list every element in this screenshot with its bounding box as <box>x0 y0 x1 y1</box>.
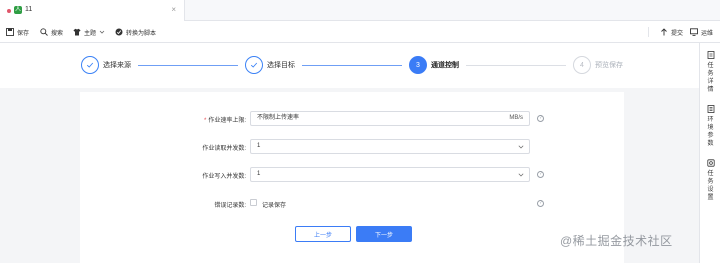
task-settings-label: 任务设置 <box>707 171 714 201</box>
help-icon[interactable]: ? <box>537 171 544 178</box>
next-step-button[interactable]: 下一步 <box>356 226 412 242</box>
required-mark: * <box>203 118 207 124</box>
form-panel: * 作业速率上限: 不限制上传速率 MB/s ? 作业读取并发数: 1 作业写入并… <box>80 92 624 263</box>
write-concurrency-select[interactable]: 1 <box>250 167 530 182</box>
task-details-label: 任务详情 <box>707 63 714 93</box>
env-params-tab[interactable]: 环境参数 <box>700 105 720 148</box>
record-save-checkbox[interactable] <box>250 199 257 206</box>
steps-bar: 选择来源 选择目标 3 通道控制 4 预览保存 <box>0 43 699 88</box>
search-icon <box>40 28 48 36</box>
search-label: 搜索 <box>51 30 64 37</box>
read-concurrency-label: 作业读取并发数: <box>202 146 246 152</box>
close-icon[interactable]: × <box>171 5 176 14</box>
read-concurrency-select[interactable]: 1 <box>250 139 530 154</box>
chevron-down-icon <box>518 145 524 149</box>
read-concurrency-row: 作业读取并发数: 1 <box>80 139 624 154</box>
rate-limit-label: * 作业速率上限: <box>204 115 246 124</box>
rate-limit-unit: MB/s <box>509 115 523 121</box>
step-2-label: 选择目标 <box>267 62 295 69</box>
tab-bar: 人 11 × <box>0 0 720 21</box>
ops-button[interactable]: 运维 <box>690 27 713 37</box>
help-icon[interactable]: ? <box>537 115 544 122</box>
error-records-row: 错误记录数: 记录保存 ? <box>80 196 624 211</box>
page: 人 11 × 保存 搜索 主题 转换为脚本 提交 运维 选择来源 选择目标 3 … <box>0 0 720 263</box>
record-save-label[interactable]: 记录保存 <box>262 200 286 209</box>
step-connector <box>138 65 238 66</box>
step-3-number: 3 <box>409 56 427 74</box>
list-icon <box>707 105 714 113</box>
env-params-label: 环境参数 <box>707 117 714 147</box>
save-label: 保存 <box>17 30 30 37</box>
save-icon <box>6 28 14 36</box>
toolbar: 保存 搜索 主题 转换为脚本 提交 运维 <box>0 21 720 43</box>
theme-label: 主题 <box>84 30 97 37</box>
ops-label: 运维 <box>701 30 714 37</box>
tab-active[interactable]: 人 11 × <box>0 0 185 21</box>
theme-dropdown[interactable]: 主题 <box>73 27 108 37</box>
monitor-icon <box>690 28 698 36</box>
error-records-label: 错误记录数: <box>214 203 246 209</box>
step-1-check-icon <box>81 56 99 74</box>
watermark: @稀土掘金技术社区 <box>560 234 673 248</box>
step-connector <box>466 65 566 66</box>
save-button[interactable]: 保存 <box>6 27 29 37</box>
chevron-down-icon <box>518 173 524 177</box>
convert-label: 转换为脚本 <box>126 30 157 37</box>
upload-icon <box>661 28 667 36</box>
right-side-panel: 任务详情 环境参数 任务设置 <box>699 43 720 263</box>
rate-limit-value: 不限制上传速率 <box>257 115 300 121</box>
user-icon: 人 <box>14 6 22 14</box>
chevron-down-icon <box>99 30 105 34</box>
rate-limit-row: * 作业速率上限: 不限制上传速率 MB/s ? <box>80 111 624 126</box>
write-concurrency-label: 作业写入并发数: <box>202 174 246 180</box>
task-details-tab[interactable]: 任务详情 <box>700 51 720 94</box>
gear-icon <box>706 159 715 167</box>
step-4-number: 4 <box>573 56 591 74</box>
rate-limit-input[interactable]: 不限制上传速率 MB/s <box>250 111 530 126</box>
submit-button[interactable]: 提交 <box>660 27 683 37</box>
unsaved-dot-icon <box>7 9 11 13</box>
task-settings-tab[interactable]: 任务设置 <box>700 159 720 202</box>
help-icon[interactable]: ? <box>537 200 544 207</box>
write-concurrency-value: 1 <box>257 171 261 177</box>
write-concurrency-row: 作业写入并发数: 1 ? <box>80 167 624 182</box>
submit-label: 提交 <box>671 30 684 37</box>
step-2-check-icon <box>245 56 263 74</box>
step-1-label: 选择来源 <box>103 62 131 69</box>
rate-limit-label-text: 作业速率上限: <box>208 118 246 124</box>
shirt-icon <box>73 28 81 36</box>
step-connector <box>302 65 402 66</box>
tab-title: 11 <box>25 6 33 13</box>
step-3-label: 通道控制 <box>431 62 459 69</box>
toolbar-divider <box>648 27 649 37</box>
document-icon <box>707 51 714 59</box>
prev-step-button[interactable]: 上一步 <box>295 226 351 242</box>
step-4-label: 预览保存 <box>595 62 623 69</box>
convert-to-script-button[interactable]: 转换为脚本 <box>115 27 156 37</box>
search-button[interactable]: 搜索 <box>40 27 63 37</box>
read-concurrency-value: 1 <box>257 143 261 149</box>
convert-icon <box>115 28 123 36</box>
